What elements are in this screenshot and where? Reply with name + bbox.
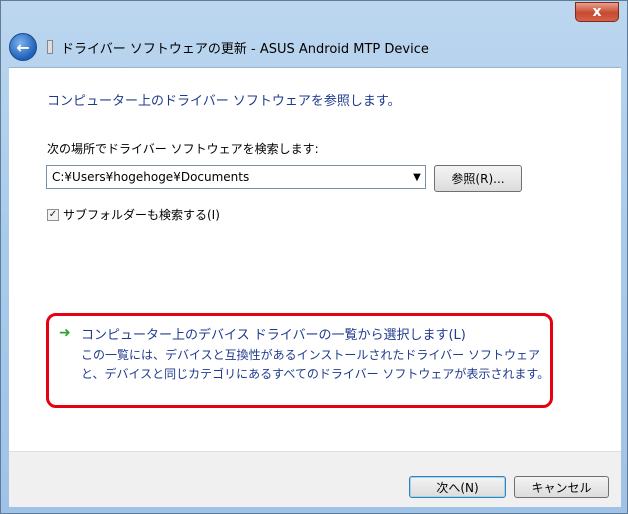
subfolder-label: サブフォルダーも検索する(I) [63,208,220,222]
next-button[interactable]: 次へ(N) [409,476,506,498]
window-title: ドライバー ソフトウェアの更新 - ASUS Android MTP Devic… [61,41,429,57]
path-input[interactable]: C:¥Users¥hogehoge¥Documents [47,170,409,184]
chevron-down-icon[interactable]: ▼ [409,172,425,183]
back-button[interactable]: ← [9,33,37,61]
subfolder-checkbox[interactable]: ✓ [47,208,59,221]
choose-driver-description: この一覧には、デバイスと互換性があるインストールされたドライバー ソフトウェアと… [81,348,550,381]
cancel-button[interactable]: キャンセル [514,476,609,498]
page-heading: コンピューター上のドライバー ソフトウェアを参照します。 [47,94,401,109]
path-combobox[interactable]: C:¥Users¥hogehoge¥Documents ▼ [46,165,426,189]
button-bar: 次へ(N) キャンセル [9,451,621,507]
location-label: 次の場所でドライバー ソフトウェアを検索します: [47,142,319,156]
green-arrow-icon: ➜ [59,325,71,341]
usb-device-icon [47,40,53,54]
subfolder-option[interactable]: ✓ サブフォルダーも検索する(I) [47,206,220,223]
close-button[interactable]: x [575,2,619,22]
back-arrow-icon: ← [16,37,30,57]
content-panel: コンピューター上のドライバー ソフトウェアを参照します。 次の場所でドライバー … [9,67,621,452]
close-icon: x [592,4,602,20]
driver-update-window: x ← ドライバー ソフトウェアの更新 - ASUS Android MTP D… [0,0,628,514]
titlebar: ← ドライバー ソフトウェアの更新 - ASUS Android MTP Dev… [9,29,609,65]
browse-button[interactable]: 参照(R)... [434,165,522,192]
choose-driver-link[interactable]: コンピューター上のデバイス ドライバーの一覧から選択します(L) [81,324,466,343]
